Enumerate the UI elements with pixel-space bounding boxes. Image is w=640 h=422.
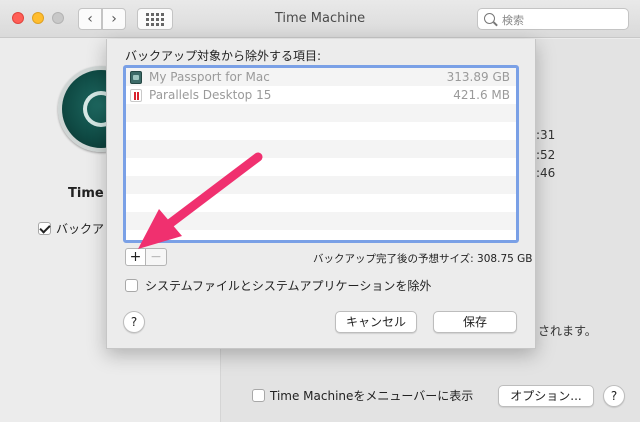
- checkbox-box[interactable]: [38, 222, 51, 235]
- search-placeholder: 検索: [502, 14, 524, 27]
- empty-row: [126, 122, 516, 140]
- parallels-icon: [130, 88, 142, 102]
- item-name: My Passport for Mac: [149, 70, 270, 84]
- exclude-system-files-checkbox[interactable]: システムファイルとシステムアプリケーションを除外: [125, 277, 431, 294]
- estimated-size-text: バックアップ完了後の予想サイズ: 308.75 GB: [313, 253, 533, 265]
- backup-time-text: :46: [536, 166, 556, 180]
- checkbox-box[interactable]: [252, 389, 265, 402]
- exclude-system-files-label: システムファイルとシステムアプリケーションを除外: [145, 279, 432, 293]
- item-size: 421.6 MB: [453, 88, 510, 102]
- search-icon: [484, 13, 495, 24]
- remove-item-button[interactable]: −: [146, 248, 167, 266]
- search-field[interactable]: 検索: [477, 8, 629, 30]
- help-button[interactable]: ?: [603, 385, 625, 407]
- options-button[interactable]: オプション...: [498, 385, 594, 407]
- item-size: 313.89 GB: [446, 70, 510, 84]
- list-item[interactable]: Parallels Desktop 15 421.6 MB: [126, 86, 516, 104]
- checkbox-box[interactable]: [125, 279, 138, 292]
- title-bar: ‹ › Time Machine 検索: [0, 0, 640, 38]
- show-in-menubar-label: Time Machineをメニューバーに表示: [270, 389, 474, 403]
- empty-row: [126, 140, 516, 158]
- auto-backup-checkbox[interactable]: バックア: [38, 220, 104, 237]
- auto-backup-label: バックア: [56, 222, 105, 236]
- external-disk-icon: [130, 70, 142, 84]
- backup-time-text: :52: [536, 148, 556, 162]
- sheet-title: バックアップ対象から除外する項目:: [125, 49, 322, 63]
- empty-row: [126, 158, 516, 176]
- empty-row: [126, 194, 516, 212]
- excluded-items-list[interactable]: My Passport for Mac 313.89 GB Parallels …: [123, 65, 519, 243]
- background-note-text: されます。: [538, 324, 597, 338]
- exclude-items-sheet: バックアップ対象から除外する項目: My Passport for Mac 31…: [106, 39, 536, 349]
- add-remove-control: + −: [125, 248, 167, 266]
- item-name: Parallels Desktop 15: [149, 88, 272, 102]
- save-button[interactable]: 保存: [433, 311, 517, 333]
- empty-row: [126, 176, 516, 194]
- list-item[interactable]: My Passport for Mac 313.89 GB: [126, 68, 516, 86]
- empty-row: [126, 104, 516, 122]
- empty-row: [126, 212, 516, 230]
- help-button[interactable]: ?: [123, 311, 145, 333]
- cancel-button[interactable]: キャンセル: [335, 311, 417, 333]
- show-in-menubar-checkbox[interactable]: Time Machineをメニューバーに表示: [252, 387, 473, 404]
- backup-time-text: :31: [536, 128, 556, 142]
- add-item-button[interactable]: +: [125, 248, 146, 266]
